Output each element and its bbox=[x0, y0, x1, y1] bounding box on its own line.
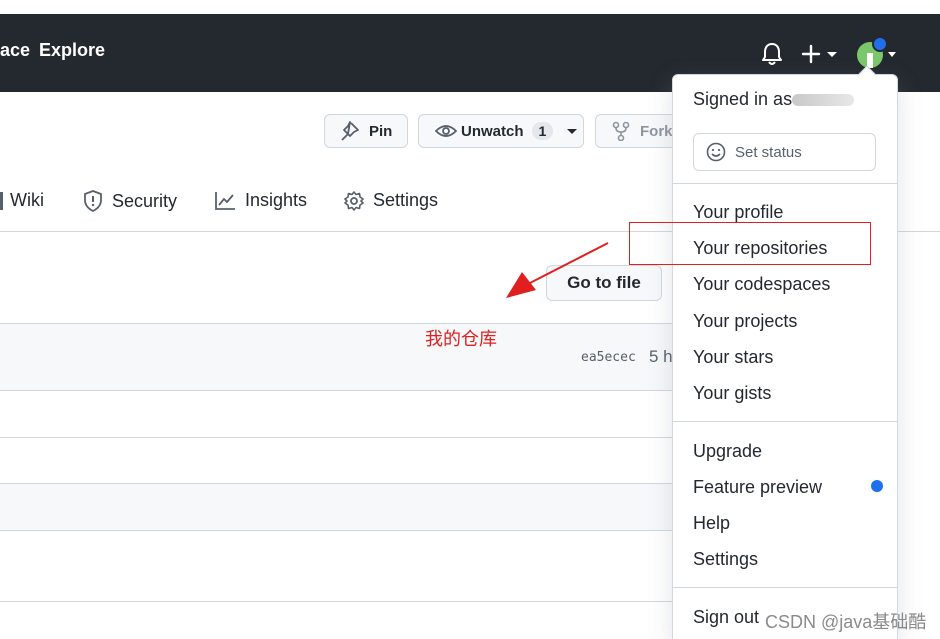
menu-feature-preview[interactable]: Feature preview bbox=[693, 476, 822, 498]
annotation-label: 我的仓库 bbox=[425, 329, 497, 349]
user-avatar-dropdown[interactable] bbox=[855, 36, 899, 70]
menu-your-profile[interactable]: Your profile bbox=[693, 201, 783, 223]
menu-settings[interactable]: Settings bbox=[693, 548, 758, 570]
annotation-arrow bbox=[506, 242, 609, 298]
set-status-label: Set status bbox=[735, 143, 802, 161]
menu-your-stars[interactable]: Your stars bbox=[693, 346, 773, 368]
set-status-button[interactable]: Set status bbox=[693, 133, 876, 171]
blurred-username bbox=[792, 94, 854, 106]
pin-button[interactable]: Pin bbox=[324, 114, 408, 148]
menu-your-codespaces[interactable]: Your codespaces bbox=[693, 273, 830, 295]
tab-wiki-label: Wiki bbox=[10, 190, 44, 210]
nav-marketplace-link[interactable]: ace bbox=[0, 40, 30, 60]
tab-insights-label: Insights bbox=[245, 190, 308, 210]
watch-counter: 1 bbox=[531, 122, 554, 140]
unwatch-label: Unwatch bbox=[461, 122, 524, 140]
menu-divider bbox=[673, 587, 897, 588]
menu-help[interactable]: Help bbox=[693, 512, 730, 534]
unwatch-button[interactable]: Unwatch 1 bbox=[418, 114, 584, 148]
graph-icon bbox=[215, 191, 235, 210]
latest-commit-bar bbox=[0, 323, 672, 391]
pin-label: Pin bbox=[369, 122, 393, 140]
create-new-dropdown[interactable] bbox=[801, 44, 841, 64]
chevron-down-icon bbox=[567, 129, 578, 134]
menu-sign-out[interactable]: Sign out bbox=[693, 606, 759, 628]
plus-icon bbox=[801, 44, 837, 64]
eye-icon bbox=[435, 125, 457, 137]
file-row-band bbox=[0, 483, 672, 531]
screenshot: ace Explore Pin Unwatch 1 Fork Wiki Secu… bbox=[0, 0, 940, 639]
avatar bbox=[857, 36, 896, 68]
nav-explore-link[interactable]: Explore bbox=[39, 40, 105, 60]
gear-icon bbox=[344, 190, 364, 211]
shield-icon bbox=[84, 190, 102, 212]
menu-upgrade[interactable]: Upgrade bbox=[693, 440, 762, 462]
watermark-text: CSDN @java基础酷 bbox=[765, 612, 927, 632]
tab-settings[interactable]: Settings bbox=[344, 190, 438, 211]
tab-settings-label: Settings bbox=[373, 190, 439, 210]
fork-icon bbox=[612, 121, 630, 141]
wiki-icon bbox=[0, 191, 3, 210]
menu-divider bbox=[673, 421, 897, 422]
fork-label: Fork bbox=[640, 122, 673, 140]
tab-security-label: Security bbox=[112, 190, 178, 211]
menu-your-projects[interactable]: Your projects bbox=[693, 310, 797, 332]
smiley-icon bbox=[706, 142, 726, 162]
file-row-divider bbox=[0, 601, 672, 602]
tab-security[interactable]: Security bbox=[83, 190, 177, 212]
signed-in-text: Signed in as bbox=[693, 89, 793, 109]
commit-time: 5 h bbox=[649, 347, 673, 366]
pin-icon bbox=[341, 121, 359, 141]
annotation-highlight-box bbox=[629, 222, 871, 265]
commit-hash[interactable]: ea5ecec bbox=[581, 350, 636, 365]
notification-bell-icon[interactable] bbox=[761, 42, 783, 66]
menu-your-gists[interactable]: Your gists bbox=[693, 382, 771, 404]
tab-wiki[interactable]: Wiki bbox=[0, 190, 44, 211]
menu-divider bbox=[673, 183, 897, 184]
file-row-divider bbox=[0, 437, 672, 438]
feature-preview-dot bbox=[871, 480, 883, 492]
tab-insights[interactable]: Insights bbox=[214, 190, 307, 211]
